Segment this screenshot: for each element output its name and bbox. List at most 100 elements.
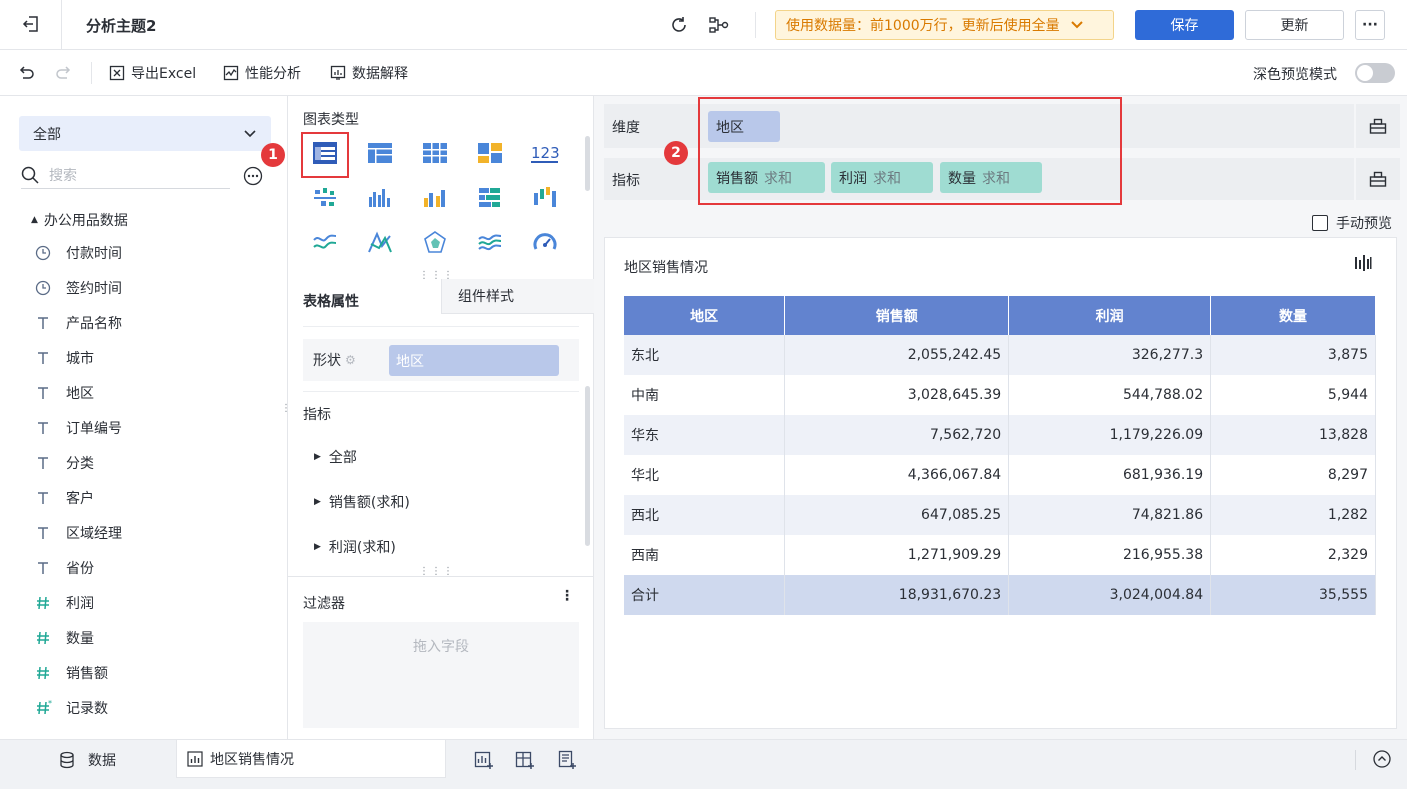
search-input[interactable]: 搜索	[49, 165, 77, 185]
field-item[interactable]: 付款时间	[35, 235, 122, 270]
tab-table-properties[interactable]: 表格属性	[288, 279, 441, 322]
chart-type-scatter-icon[interactable]	[307, 180, 343, 216]
table-header-cell[interactable]: 数量	[1210, 296, 1376, 335]
table-cell[interactable]: 西北	[624, 495, 786, 535]
more-button[interactable]: ···	[1355, 10, 1385, 40]
chart-type-waterfall-icon[interactable]	[527, 180, 563, 216]
chevron-down-icon[interactable]	[1070, 18, 1084, 32]
chart-type-gauge-icon[interactable]	[527, 225, 563, 261]
table-cell[interactable]: 1,282	[1210, 495, 1376, 535]
dark-mode-toggle[interactable]	[1355, 63, 1395, 83]
field-item[interactable]: 分类	[35, 445, 94, 480]
field-item[interactable]: 销售额	[35, 655, 108, 690]
redo-icon[interactable]	[55, 64, 73, 82]
table-cell[interactable]: 74,821.86	[1008, 495, 1212, 535]
filter-more-icon[interactable]: ⋮	[560, 589, 574, 603]
field-item[interactable]: 产品名称	[35, 305, 122, 340]
table-cell[interactable]: 西南	[624, 535, 786, 575]
table-cell[interactable]: 681,936.19	[1008, 455, 1212, 495]
save-button[interactable]: 保存	[1135, 10, 1234, 40]
table-header-cell[interactable]: 地区	[624, 296, 786, 335]
performance-analysis-button[interactable]: 性能分析	[223, 63, 301, 83]
table-total-cell[interactable]: 18,931,670.23	[784, 575, 1010, 615]
chart-type-area-icon[interactable]	[472, 225, 508, 261]
tab-component-style[interactable]: 组件样式	[441, 279, 594, 314]
table-cell[interactable]: 4,366,067.84	[784, 455, 1010, 495]
cube-icon[interactable]	[1369, 118, 1387, 134]
chart-type-radar-icon[interactable]	[417, 225, 453, 261]
search-box[interactable]: 搜索	[21, 162, 230, 189]
table-cell[interactable]: 326,277.3	[1008, 335, 1212, 375]
table-cell[interactable]: 2,055,242.45	[784, 335, 1010, 375]
filter-dropzone[interactable]: 拖入字段	[303, 622, 579, 728]
table-cell[interactable]: 中南	[624, 375, 786, 415]
field-item[interactable]: 利润	[35, 585, 94, 620]
update-button[interactable]: 更新	[1245, 10, 1344, 40]
cube-icon[interactable]	[1369, 171, 1387, 187]
table-cell[interactable]: 8,297	[1210, 455, 1376, 495]
field-item[interactable]: 签约时间	[35, 270, 122, 305]
table-header-cell[interactable]: 利润	[1008, 296, 1212, 335]
table-header-cell[interactable]: 销售额	[784, 296, 1010, 335]
shape-dropzone[interactable]: 地区	[389, 345, 559, 376]
folder-办公用品数据[interactable]: ▲ 办公用品数据	[31, 210, 128, 230]
data-explain-button[interactable]: 数据解释	[330, 63, 408, 83]
manual-preview-checkbox[interactable]: 手动预览	[1312, 213, 1392, 233]
field-item[interactable]: 数量	[35, 620, 94, 655]
collapse-up-icon[interactable]	[1373, 750, 1391, 768]
more-options-icon[interactable]	[243, 166, 263, 186]
dataset-select[interactable]: 全部	[19, 116, 271, 151]
component-tab[interactable]: 地区销售情况	[176, 740, 446, 778]
table-cell[interactable]: 216,955.38	[1008, 535, 1212, 575]
scrollbar[interactable]	[585, 136, 590, 191]
field-item[interactable]: * 记录数	[35, 690, 108, 725]
field-item[interactable]: 省份	[35, 550, 94, 585]
table-cell[interactable]: 华北	[624, 455, 786, 495]
table-total-cell[interactable]: 3,024,004.84	[1008, 575, 1212, 615]
metric-item-profit[interactable]: ▶ 利润(求和)	[314, 537, 396, 557]
table-cell[interactable]: 2,329	[1210, 535, 1376, 575]
chart-type-radar-line-icon[interactable]	[362, 225, 398, 261]
chart-type-treemap-icon[interactable]	[472, 135, 508, 171]
table-cell[interactable]: 7,562,720	[784, 415, 1010, 455]
field-item[interactable]: 地区	[35, 375, 94, 410]
table-cell[interactable]: 647,085.25	[784, 495, 1010, 535]
chart-type-kpi-icon[interactable]: 123	[527, 135, 563, 171]
scrollbar[interactable]	[585, 386, 590, 546]
table-cell[interactable]: 5,944	[1210, 375, 1376, 415]
table-cell[interactable]: 3,875	[1210, 335, 1376, 375]
table-cell[interactable]: 1,179,226.09	[1008, 415, 1212, 455]
add-report-icon[interactable]	[557, 750, 577, 770]
undo-icon[interactable]	[17, 64, 35, 82]
chart-type-group-table-icon[interactable]	[362, 135, 398, 171]
table-cell[interactable]: 1,271,909.29	[784, 535, 1010, 575]
chart-type-cross-table-icon[interactable]	[417, 135, 453, 171]
data-tab[interactable]: 数据	[58, 750, 116, 770]
field-item[interactable]: 区域经理	[35, 515, 122, 550]
field-item[interactable]: 订单编号	[35, 410, 122, 445]
refresh-icon[interactable]	[669, 15, 689, 35]
lineage-icon[interactable]	[708, 15, 730, 35]
field-panel: 全部 搜索 ▲ 办公用品数据 ⋮⋮ 付款时间签约时间产品名称城市地区订单编号分类…	[0, 96, 302, 739]
table-cell[interactable]: 华东	[624, 415, 786, 455]
metric-item-sales[interactable]: ▶ 销售额(求和)	[314, 492, 410, 512]
table-cell[interactable]: 3,028,645.39	[784, 375, 1010, 415]
chart-type-switch-icon[interactable]	[1354, 254, 1372, 272]
exit-icon[interactable]	[21, 14, 41, 34]
add-component-icon[interactable]	[474, 750, 494, 770]
table-total-cell[interactable]: 35,555	[1210, 575, 1376, 615]
chart-type-line-icon[interactable]	[307, 225, 343, 261]
field-item[interactable]: 客户	[35, 480, 94, 515]
table-cell[interactable]: 544,788.02	[1008, 375, 1212, 415]
chart-type-bar-icon[interactable]	[362, 180, 398, 216]
table-cell[interactable]: 13,828	[1210, 415, 1376, 455]
table-total-cell[interactable]: 合计	[624, 575, 786, 615]
add-dashboard-icon[interactable]	[515, 750, 535, 770]
table-cell[interactable]: 东北	[624, 335, 786, 375]
export-excel-button[interactable]: 导出Excel	[109, 63, 196, 83]
field-item[interactable]: 城市	[35, 340, 94, 375]
chart-type-stack-bar-icon[interactable]	[472, 180, 508, 216]
chart-type-multi-bar-icon[interactable]	[417, 180, 453, 216]
data-notice-banner[interactable]: 使用数据量：前1000万行，更新后使用全量	[775, 10, 1114, 40]
metric-item-all[interactable]: ▶ 全部	[314, 447, 357, 467]
